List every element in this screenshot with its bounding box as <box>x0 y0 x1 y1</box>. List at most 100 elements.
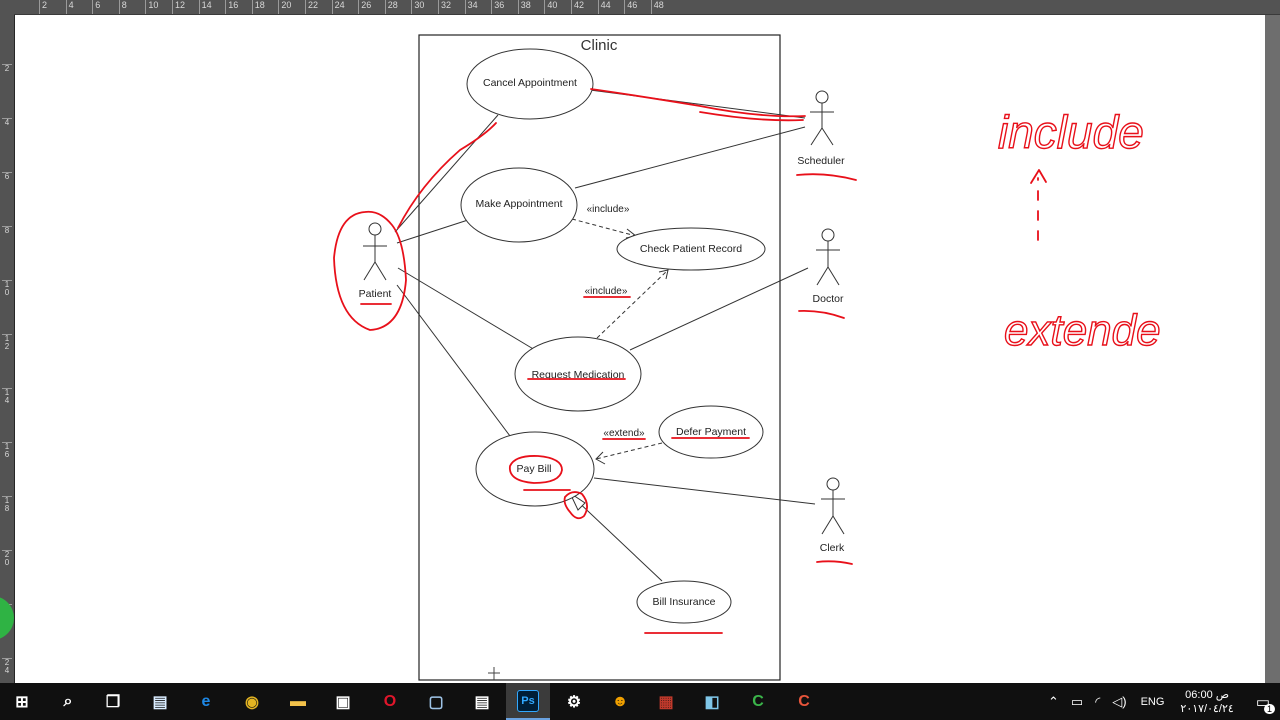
ruler-tick: 4 <box>2 118 12 127</box>
taskbar-item[interactable]: C <box>782 683 826 720</box>
assoc-scheduler-make <box>574 126 806 189</box>
clock-time: 06:00 ص <box>1185 688 1230 701</box>
store-icon: ▣ <box>335 693 351 711</box>
taskbar-item[interactable]: ☻ <box>598 683 642 720</box>
stereotype-extend: «extend» <box>603 428 645 439</box>
ruler-tick-label: 6 <box>95 0 101 10</box>
stereotype-include-top: «include» <box>587 204 630 215</box>
ruler-tick: 4 <box>65 0 74 14</box>
document-canvas[interactable]: Clinic Cancel Appointment Make Appointme… <box>15 15 1265 683</box>
ruler-tick: 24 <box>331 0 345 14</box>
taskbar-item[interactable]: ⚙ <box>552 683 596 720</box>
taskbar-item[interactable]: Ps <box>506 683 550 720</box>
ruler-tick-label: 44 <box>600 0 611 10</box>
ruler-tick-label: 10 <box>148 0 159 10</box>
use-case-bill-insurance: Bill Insurance <box>636 580 732 624</box>
opera-icon: O <box>383 692 397 710</box>
actor-patient <box>363 222 387 281</box>
ruler-tick-label: 42 <box>574 0 585 10</box>
handwritten-word-extende: extende <box>1004 306 1161 355</box>
ruler-tick: 2 0 <box>2 550 12 567</box>
taskbar-item[interactable]: ⌕ <box>46 683 90 720</box>
taskbar-item[interactable]: ▦ <box>644 683 688 720</box>
ink-underline-cancel-link <box>590 88 806 118</box>
settings-icon: ⚙ <box>566 693 582 711</box>
actor-label-patient: Patient <box>359 288 392 300</box>
use-case-check-patient-record: Check Patient Record <box>616 227 766 271</box>
taskbar-item[interactable]: ▢ <box>414 683 458 720</box>
ruler-tick: 42 <box>571 0 584 14</box>
use-case-make-appointment: Make Appointment <box>460 167 578 243</box>
taskbar-item[interactable]: ▤ <box>460 683 504 720</box>
handwritten-word-include: include <box>998 106 1144 158</box>
system-tray: ⌃ ▭ ◜ ◁) ENG 06:00 ص ٢٠١٧/٠٤/٢٤ ▭ 1 <box>1042 683 1280 720</box>
ruler-tick-label: 34 <box>467 0 478 10</box>
clock[interactable]: 06:00 ص ٢٠١٧/٠٤/٢٤ <box>1180 688 1233 716</box>
ruler-tick: 34 <box>464 0 478 14</box>
workspace-right-edge <box>1265 15 1280 683</box>
taskbar-item[interactable]: ▤ <box>138 683 182 720</box>
taskbar-item[interactable]: ▬ <box>276 683 320 720</box>
ruler-tick-label: 22 <box>308 0 319 10</box>
ruler-tick: 20 <box>278 0 291 14</box>
ruler-tick: 1 2 <box>2 334 12 351</box>
notepad-icon: ▤ <box>152 693 168 711</box>
system-label: Clinic <box>581 37 618 54</box>
include-make-check <box>571 218 637 237</box>
clock-date: ٢٠١٧/٠٤/٢٤ <box>1180 702 1234 715</box>
ruler-tick-label: 36 <box>494 0 505 10</box>
notification-center-icon[interactable]: ▭ 1 <box>1256 693 1275 714</box>
use-case-pay-bill: Pay Bill <box>475 431 595 507</box>
volume-icon[interactable]: ◁) <box>1112 694 1126 710</box>
taskbar-item[interactable]: ⊞ <box>0 683 44 720</box>
actor-label-doctor: Doctor <box>813 293 844 305</box>
use-case-defer-payment: Defer Payment <box>658 405 764 459</box>
ink-underline-doctor <box>798 309 845 319</box>
ruler-tick-label: 28 <box>387 0 398 10</box>
taskbar-item[interactable]: e <box>184 683 228 720</box>
ruler-tick-label: 30 <box>414 0 425 10</box>
ruler-tick-label: 12 <box>175 0 186 10</box>
edge-icon: e <box>201 692 211 710</box>
include-request-check <box>596 269 669 339</box>
language-indicator[interactable]: ENG <box>1141 696 1165 708</box>
extend-defer-paybill <box>595 442 663 460</box>
ruler-tick: 48 <box>650 0 664 14</box>
app-window-icon: ▢ <box>428 693 444 711</box>
ruler-tick: 12 <box>172 0 185 14</box>
ruler-tick: 16 <box>225 0 238 14</box>
red-ink-annotations <box>333 88 1047 634</box>
actor-label-scheduler: Scheduler <box>797 155 845 167</box>
ruler-tick-label: 24 <box>334 0 345 10</box>
actor-label-clerk: Clerk <box>820 542 845 554</box>
taskbar-item[interactable]: ◉ <box>230 683 274 720</box>
search-icon: ⌕ <box>63 692 73 710</box>
ruler-tick: 22 <box>305 0 318 14</box>
ruler-tick: 2 4 <box>2 658 12 675</box>
taskbar-item[interactable]: O <box>368 683 412 720</box>
use-case-label: Pay Bill <box>516 463 551 475</box>
ruler-tick: 38 <box>517 0 531 14</box>
chevron-up-icon[interactable]: ⌃ <box>1048 694 1059 710</box>
use-case-label: Cancel Appointment <box>483 77 577 89</box>
taskbar-item[interactable]: C <box>736 683 780 720</box>
ruler-tick: 8 <box>2 226 12 235</box>
archive-icon: ▦ <box>658 693 674 711</box>
chrome-icon: ◉ <box>245 693 259 711</box>
battery-icon[interactable]: ▭ <box>1071 694 1083 710</box>
use-case-cancel-appointment: Cancel Appointment <box>466 48 594 120</box>
taskbar-item[interactable]: ◧ <box>690 683 734 720</box>
ruler-tick-label: 14 <box>201 0 212 10</box>
actor-scheduler <box>810 90 834 146</box>
use-case-request-medication: Request Medication <box>514 336 642 412</box>
ruler-tick: 1 8 <box>2 496 12 513</box>
taskbar-item[interactable]: ❐ <box>91 683 135 720</box>
camtasia-recorder-icon: C <box>798 692 810 710</box>
use-case-label: Make Appointment <box>476 198 563 210</box>
ruler-tick: 30 <box>411 0 424 14</box>
ruler-tick: 1 6 <box>2 442 12 459</box>
taskbar-item[interactable]: ▣ <box>321 683 365 720</box>
use-case-label: Bill Insurance <box>652 596 715 608</box>
use-case-label: Defer Payment <box>676 426 746 438</box>
wifi-icon[interactable]: ◜ <box>1095 694 1100 710</box>
